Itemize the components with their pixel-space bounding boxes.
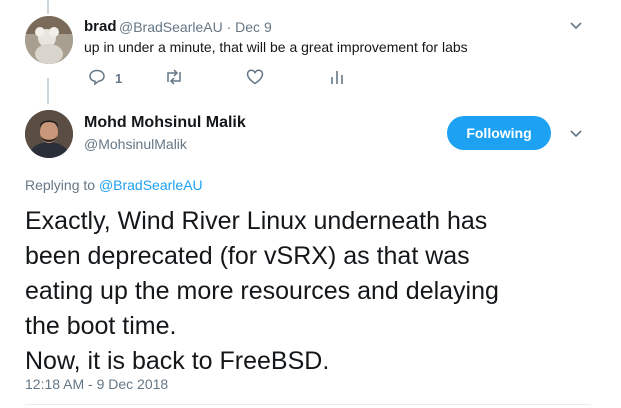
replying-to: Replying to @BradSearleAU bbox=[25, 177, 203, 193]
tweet-date[interactable]: Dec 9 bbox=[235, 19, 272, 35]
reply-icon bbox=[88, 68, 106, 89]
avatar-image bbox=[25, 16, 73, 64]
tweet-line: Exactly, Wind River Linux underneath has bbox=[25, 207, 488, 235]
author-name[interactable]: Mohd Mohsinul Malik bbox=[84, 114, 246, 132]
chevron-down-icon[interactable] bbox=[569, 126, 583, 143]
thread-connector bbox=[47, 78, 49, 104]
tweet-line: eating up the more resources and delayin… bbox=[25, 277, 499, 305]
following-button[interactable]: Following bbox=[447, 116, 551, 150]
tweet-timestamp[interactable]: 12:18 AM - 9 Dec 2018 bbox=[25, 376, 168, 392]
tweet-line: Now, it is back to FreeBSD. bbox=[25, 347, 330, 375]
chevron-down-icon[interactable] bbox=[569, 18, 583, 35]
tweet-meta: @BradSearleAU · Dec 9 bbox=[119, 19, 272, 35]
author-handle[interactable]: @BradSearleAU bbox=[119, 19, 223, 35]
reply-action[interactable]: 1 bbox=[88, 68, 122, 89]
replying-handle-link[interactable]: @BradSearleAU bbox=[99, 177, 203, 193]
tweet-text: up in under a minute, that will be a gre… bbox=[84, 39, 468, 55]
avatar[interactable] bbox=[25, 110, 73, 158]
avatar[interactable] bbox=[25, 16, 73, 64]
meta-separator: · bbox=[226, 19, 232, 35]
author-handle[interactable]: @MohsinulMalik bbox=[84, 136, 187, 152]
author-name[interactable]: brad bbox=[84, 18, 117, 35]
thread-line-top bbox=[47, 0, 49, 14]
like-icon[interactable] bbox=[246, 68, 264, 86]
tweet-text: Exactly, Wind River Linux underneath has… bbox=[25, 204, 595, 379]
retweet-icon[interactable] bbox=[164, 68, 184, 86]
tweet-line: been deprecated (for vSRX) as that was bbox=[25, 242, 470, 270]
divider bbox=[25, 404, 591, 405]
avatar-image bbox=[25, 110, 73, 158]
replying-prefix: Replying to bbox=[25, 177, 96, 193]
reply-count: 1 bbox=[115, 71, 123, 86]
tweet-line: the boot time. bbox=[25, 312, 177, 340]
analytics-icon[interactable] bbox=[329, 68, 345, 86]
